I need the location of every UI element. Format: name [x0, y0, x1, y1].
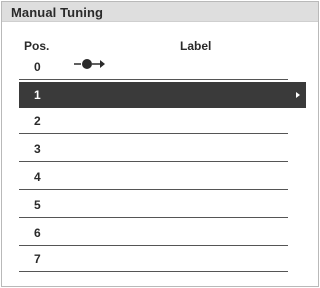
row-divider — [19, 189, 288, 190]
row-divider — [19, 133, 288, 134]
row-divider — [19, 161, 288, 162]
chevron-right-icon — [296, 92, 300, 98]
channel-row-7[interactable]: 7 — [19, 246, 288, 272]
title-bar: Manual Tuning — [2, 2, 318, 22]
channel-row-1[interactable]: 1 — [19, 82, 306, 108]
row-position-number: 2 — [34, 114, 41, 128]
row-position-number: 5 — [34, 198, 41, 212]
tuner-signal-icon — [74, 59, 105, 69]
row-position-number: 0 — [34, 60, 41, 74]
column-header-label: Label — [180, 39, 212, 53]
row-position-number: 7 — [34, 252, 41, 266]
channel-row-5[interactable]: 5 — [19, 192, 288, 218]
row-position-number: 1 — [34, 88, 41, 102]
channel-row-0[interactable]: 0 — [19, 54, 288, 80]
row-divider — [19, 271, 288, 272]
row-divider — [19, 217, 288, 218]
channel-row-3[interactable]: 3 — [19, 136, 288, 162]
dialog-title: Manual Tuning — [11, 5, 104, 20]
row-divider — [19, 79, 288, 80]
channel-row-2[interactable]: 2 — [19, 108, 288, 134]
channel-row-6[interactable]: 6 — [19, 220, 288, 246]
channel-row-4[interactable]: 4 — [19, 164, 288, 190]
row-position-number: 4 — [34, 170, 41, 184]
column-header-position: Pos. — [24, 39, 50, 53]
row-position-number: 3 — [34, 142, 41, 156]
row-position-number: 6 — [34, 226, 41, 240]
manual-tuning-dialog: Manual Tuning Pos. Label 0 1 2 3 4 5 6 7 — [1, 1, 319, 287]
